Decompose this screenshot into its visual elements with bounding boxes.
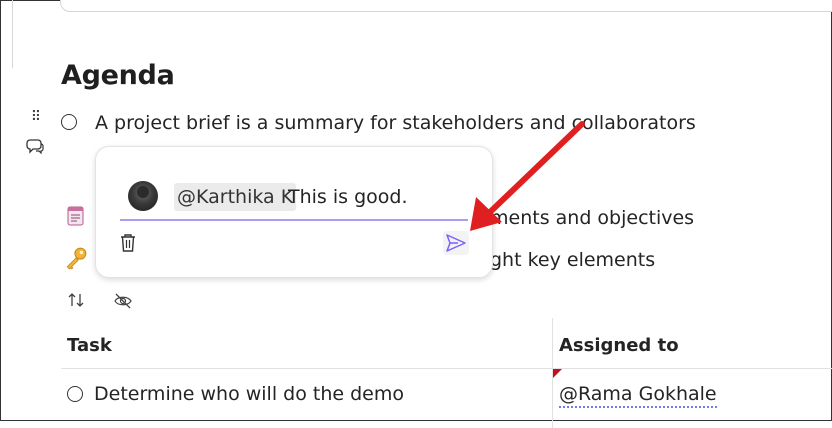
trash-icon[interactable] <box>119 233 137 253</box>
comment-popup: @Karthika K This is good. <box>95 146 493 278</box>
key-emoji-icon <box>66 247 87 270</box>
table-header-assigned: Assigned to <box>559 335 679 356</box>
send-icon[interactable] <box>443 231 469 255</box>
notepad-emoji-icon <box>67 206 84 226</box>
sort-arrows-icon[interactable] <box>67 291 85 309</box>
line-checkbox[interactable] <box>61 114 77 130</box>
top-card <box>60 0 832 12</box>
cell-indicator <box>553 369 562 378</box>
comment-icon[interactable] <box>26 138 44 154</box>
table-divider <box>61 368 832 369</box>
line-text: ght key elements <box>490 249 656 271</box>
left-rail <box>0 0 13 68</box>
table-cell-task: Determine who will do the demo <box>94 383 404 405</box>
comment-text: This is good. <box>288 186 408 208</box>
drag-handle-icon[interactable]: ⠿ <box>29 109 43 125</box>
eye-slash-icon[interactable] <box>113 292 133 310</box>
comment-input[interactable]: @Karthika K This is good. <box>120 175 468 221</box>
line-text: A project brief is a summary for stakeho… <box>95 112 696 134</box>
line-text: ments and objectives <box>490 207 695 229</box>
table-cell-assigned[interactable]: @Rama Gokhale <box>559 382 717 408</box>
task-checkbox[interactable] <box>67 386 83 402</box>
section-heading: Agenda <box>61 60 175 91</box>
table-header-task: Task <box>67 335 112 356</box>
mention-chip[interactable]: @Karthika K <box>174 183 297 211</box>
